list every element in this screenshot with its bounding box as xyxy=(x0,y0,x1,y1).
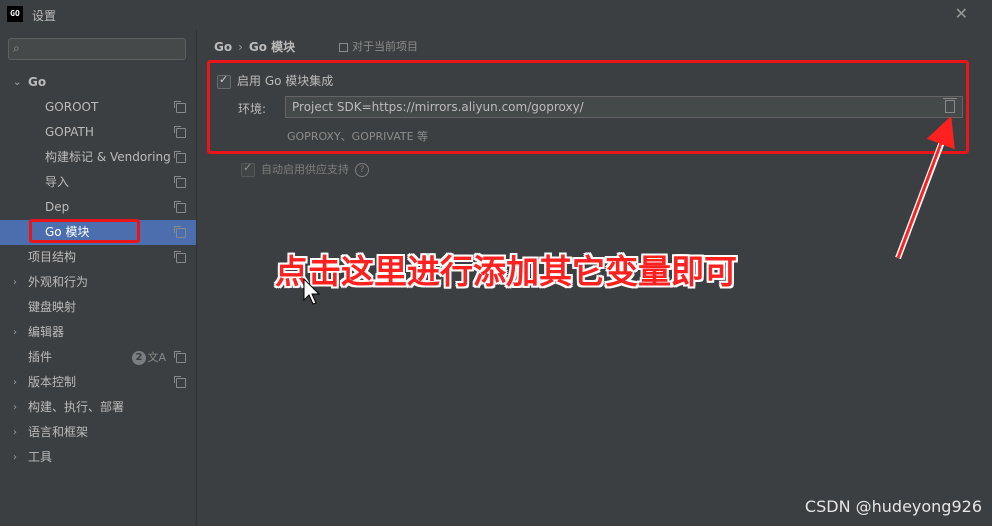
annotation-text: 点击这里进行添加其它变量即可 xyxy=(275,252,737,291)
mouse-cursor-icon xyxy=(303,278,321,305)
watermark: CSDN @hudeyong926 xyxy=(804,497,982,516)
